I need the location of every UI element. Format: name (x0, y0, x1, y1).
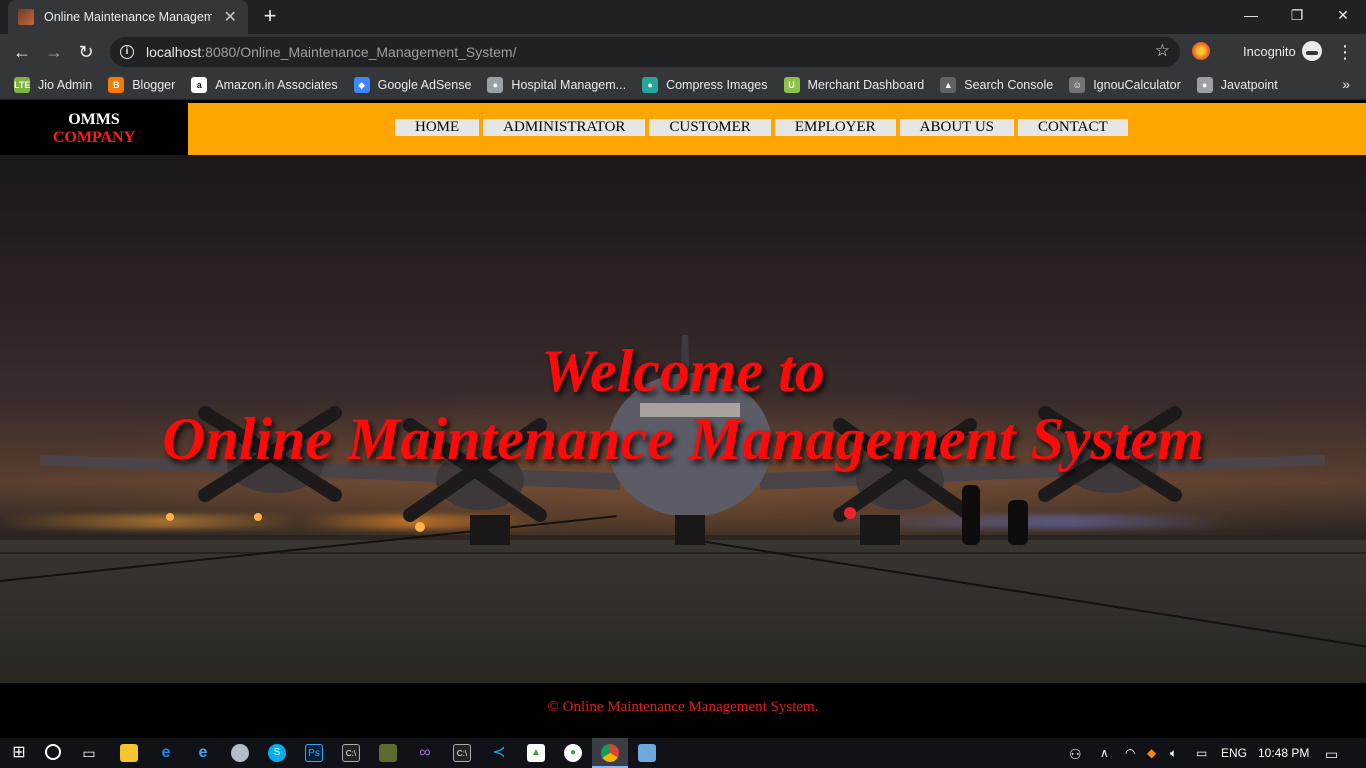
search-console-icon: ▲ (940, 76, 957, 93)
amazon-icon: a (191, 76, 208, 93)
nav-home[interactable]: HOME (395, 119, 480, 136)
site-info-icon[interactable]: i (120, 45, 134, 59)
notifications-icon[interactable]: ▭ (1325, 746, 1338, 763)
blogger-icon: B (108, 76, 125, 93)
incognito-icon[interactable] (1302, 41, 1322, 61)
bookmark-label: Jio Admin (38, 77, 93, 92)
site-footer: © Online Maintenance Management System. (0, 683, 1366, 738)
bookmark-label: Javatpoint (1220, 77, 1278, 92)
incognito-label: Incognito (1243, 44, 1296, 59)
bookmark-item[interactable]: a Amazon.in Associates (191, 76, 338, 93)
bookmark-label: Google AdSense (377, 77, 472, 92)
url-path: :8080/Online_Maintenance_Management_Syst… (201, 44, 517, 60)
main-navigation: HOME ADMINISTRATOR CUSTOMER EMPLOYER ABOUT U… (395, 119, 1132, 136)
site-favicon-icon (18, 9, 34, 25)
skype-icon[interactable]: S (268, 744, 286, 762)
node-icon[interactable]: ● (564, 744, 582, 762)
terminal-icon[interactable]: C:\ (453, 744, 471, 762)
mongodb-icon[interactable]: ▲ (527, 744, 545, 762)
vscode-icon[interactable]: ≺ (490, 744, 508, 762)
nav-about-us[interactable]: ABOUT US (899, 119, 1014, 136)
bookmark-item[interactable]: ● Hospital Managem... (487, 76, 627, 93)
browser-tab[interactable]: Online Maintenance Management System ✕ (8, 0, 248, 34)
internet-explorer-icon[interactable]: e (194, 744, 212, 762)
people-icon[interactable]: ⚇ (1069, 746, 1082, 763)
hero-welcome-heading: Welcome to (541, 338, 825, 404)
back-icon[interactable]: ← (10, 40, 34, 64)
nav-customer[interactable]: CUSTOMER (649, 119, 771, 136)
logo-title: OMMS (68, 111, 120, 128)
bookmark-label: Compress Images (666, 77, 768, 92)
more-bookmarks-icon[interactable]: » (1342, 76, 1350, 92)
hero-system-heading: Online Maintenance Management System (162, 406, 1204, 472)
jio-icon: LTE (14, 76, 30, 93)
ignou-icon: ☺ (1069, 76, 1086, 93)
bookmark-label: Search Console (964, 77, 1054, 92)
bookmarks-bar: LTE Jio Admin B Blogger a Amazon.in Associate… (0, 70, 1366, 100)
nav-administrator[interactable]: ADMINISTRATOR (483, 119, 646, 136)
globe-icon: ● (487, 76, 504, 93)
tray-expand-icon[interactable]: ∧ (1100, 746, 1109, 760)
compress-icon: ● (642, 76, 659, 93)
bookmark-label: Merchant Dashboard (807, 77, 925, 92)
visual-studio-icon[interactable]: ∞ (416, 744, 434, 762)
file-explorer-icon[interactable] (120, 744, 138, 762)
language-indicator[interactable]: ENG (1221, 746, 1247, 760)
reload-icon[interactable]: ↻ (74, 40, 98, 64)
browser-menu-icon[interactable]: ⋮ (1336, 40, 1354, 64)
wifi-icon[interactable]: ◠ (1125, 746, 1135, 760)
site-header: OMMS COMPANY HOME ADMINISTRATOR CUSTOMER EM… (0, 103, 1366, 155)
new-tab-icon[interactable]: + (258, 4, 282, 28)
browser-toolbar: ← → ↻ i localhost:8080/Online_Maintenanc… (0, 34, 1366, 70)
edge-icon[interactable]: e (157, 744, 175, 762)
close-window-icon[interactable]: ✕ (1320, 0, 1366, 30)
bookmark-item[interactable]: ☺ IgnouCalculator (1069, 76, 1181, 93)
photoshop-icon[interactable]: Ps (305, 744, 323, 762)
globe-icon: ● (1196, 76, 1213, 93)
hero-banner: Welcome to Online Maintenance Management… (0, 155, 1366, 683)
tool-icon[interactable] (379, 744, 397, 762)
bookmark-item[interactable]: LTE Jio Admin (14, 76, 93, 93)
battery-icon[interactable]: ▭ (1196, 746, 1207, 760)
bookmark-label: Amazon.in Associates (215, 77, 338, 92)
bookmark-label: IgnouCalculator (1093, 77, 1181, 92)
logo-subtitle: COMPANY (52, 129, 136, 146)
close-tab-icon[interactable]: ✕ (222, 7, 238, 27)
volume-icon[interactable]: 🔈︎ (1170, 746, 1177, 761)
merchant-icon: U (783, 76, 800, 93)
clock[interactable]: 10:48 PM (1258, 746, 1309, 760)
adsense-icon: ◆ (353, 76, 370, 93)
bookmark-item[interactable]: ● Javatpoint (1196, 76, 1278, 93)
metamask-icon[interactable]: ◆ (1147, 746, 1156, 760)
bookmark-label: Hospital Managem... (511, 77, 627, 92)
windows-start-icon[interactable]: ⊞ (10, 744, 28, 762)
address-bar[interactable]: i localhost:8080/Online_Maintenance_Mana… (110, 37, 1180, 67)
bookmark-label: Blogger (132, 77, 176, 92)
bookmark-item[interactable]: B Blogger (108, 76, 176, 93)
bookmark-item[interactable]: ● Compress Images (642, 76, 768, 93)
nav-contact[interactable]: CONTACT (1018, 119, 1128, 136)
browser-tab-bar: Online Maintenance Management System ✕ +… (0, 0, 1366, 34)
url-host: localhost (146, 44, 202, 60)
site-logo[interactable]: OMMS COMPANY (0, 103, 188, 155)
nav-employer[interactable]: EMPLOYER (774, 119, 896, 136)
bookmark-item[interactable]: U Merchant Dashboard (783, 76, 925, 93)
task-view-icon[interactable]: ▭ (80, 744, 98, 762)
cortana-icon[interactable] (45, 744, 61, 760)
bookmark-item[interactable]: ◆ Google AdSense (353, 76, 472, 93)
windows-taskbar: ⊞ ▭ e e S Ps C:\ ∞ C:\ ≺ ▲ ● ⚇ ∧ ◠ ◆ 🔈︎ … (0, 738, 1366, 768)
command-prompt-icon[interactable]: C:\ (342, 744, 360, 762)
bookmark-item[interactable]: ▲ Search Console (940, 76, 1054, 93)
bookmark-star-icon[interactable]: ☆ (1155, 41, 1170, 61)
chrome-icon[interactable] (601, 744, 619, 762)
footer-copyright: © Online Maintenance Management System. (547, 699, 819, 715)
forward-icon[interactable]: → (42, 40, 66, 64)
restore-icon[interactable]: ❐ (1274, 0, 1320, 30)
package-icon[interactable] (638, 744, 656, 762)
minimize-icon[interactable]: — (1228, 0, 1274, 30)
extension-icon[interactable] (1192, 42, 1210, 60)
app-icon[interactable] (231, 744, 249, 762)
tab-title: Online Maintenance Management System (44, 10, 213, 24)
